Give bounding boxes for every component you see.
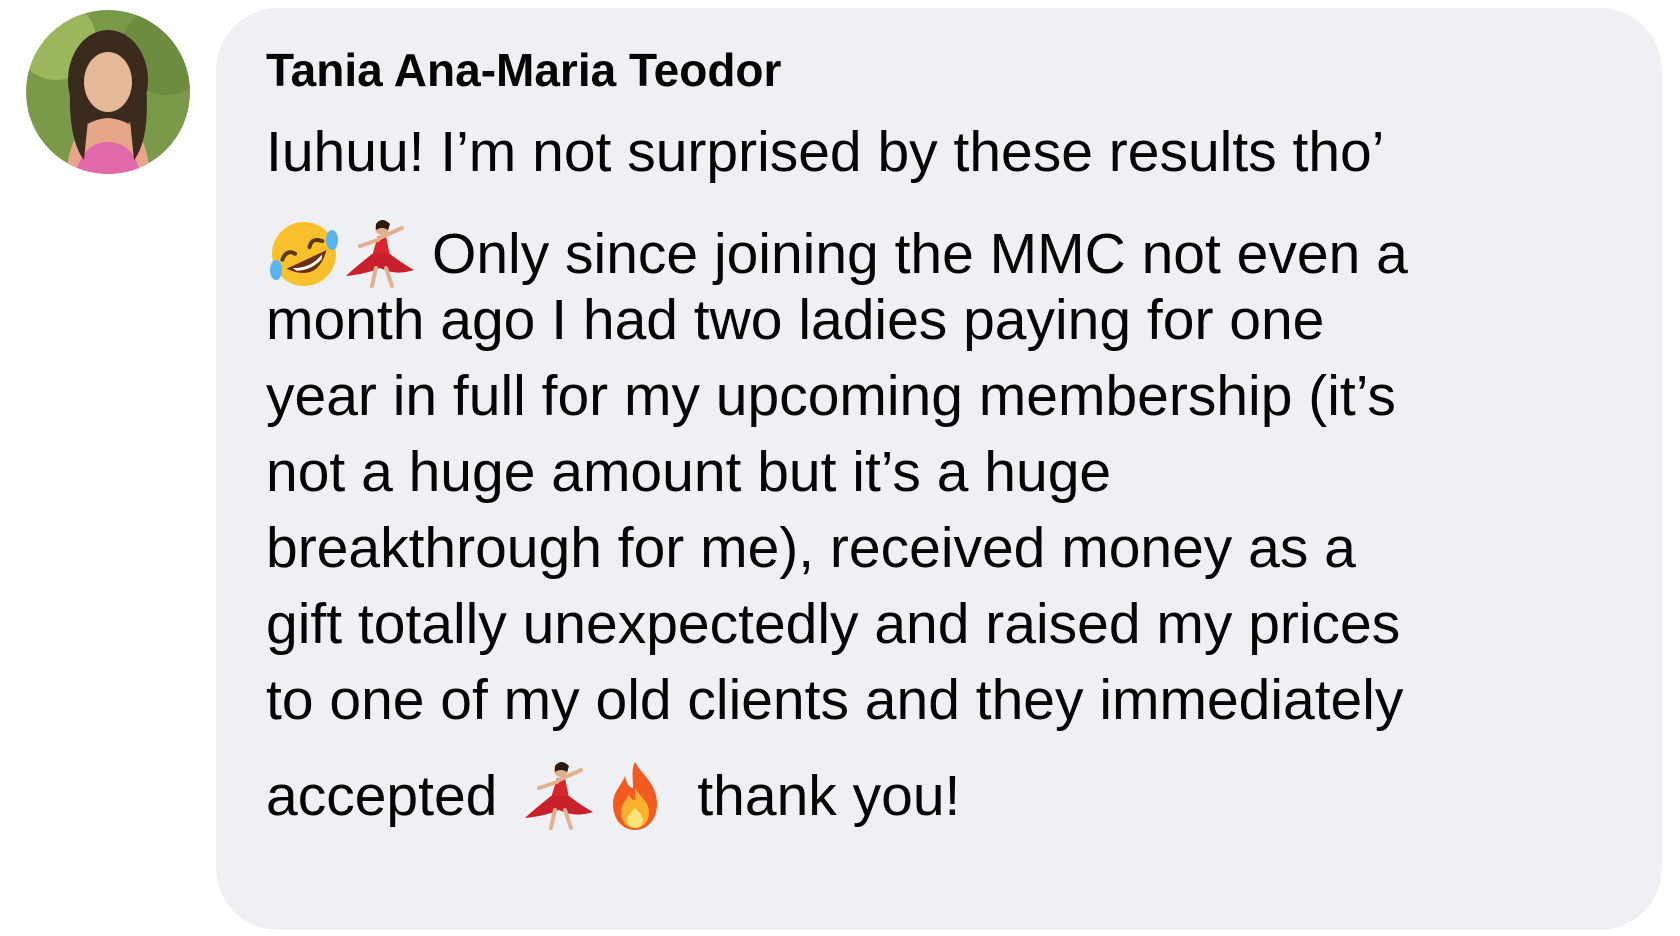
comment-text-line: breakthrough for me), received money as … <box>266 516 1356 580</box>
fire-emoji <box>597 758 673 834</box>
comment-text-line: to one of my old clients and they immedi… <box>266 668 1404 732</box>
comment-text-line: Only since joining the MMC not even a <box>266 218 1408 290</box>
avatar[interactable] <box>26 10 190 174</box>
comment-author[interactable]: Tania Ana-Maria Teodor <box>266 42 781 98</box>
comment-text-line: year in full for my upcoming membership … <box>266 364 1396 428</box>
comment-text-line: gift totally unexpectedly and raised my … <box>266 592 1401 656</box>
comment-text-line: month ago I had two ladies paying for on… <box>266 288 1325 352</box>
comment-text: Only since joining the MMC not even a <box>432 222 1408 286</box>
comment-text-line: accepted thank you! <box>266 760 960 832</box>
comment-text-line: not a huge amount but it’s a huge <box>266 440 1112 504</box>
comment-text-line: Iuhuu! I’m not surprised by these result… <box>266 120 1385 184</box>
avatar-image <box>26 10 190 174</box>
rolling-on-floor-laughing-emoji <box>266 216 342 292</box>
comment-text: thank you! <box>697 764 961 828</box>
dancer-emoji <box>342 216 418 292</box>
comment-text: accepted <box>266 764 498 828</box>
dancer-emoji <box>521 758 597 834</box>
comment: Tania Ana-Maria Teodor Iuhuu! I’m not su… <box>0 0 1680 936</box>
